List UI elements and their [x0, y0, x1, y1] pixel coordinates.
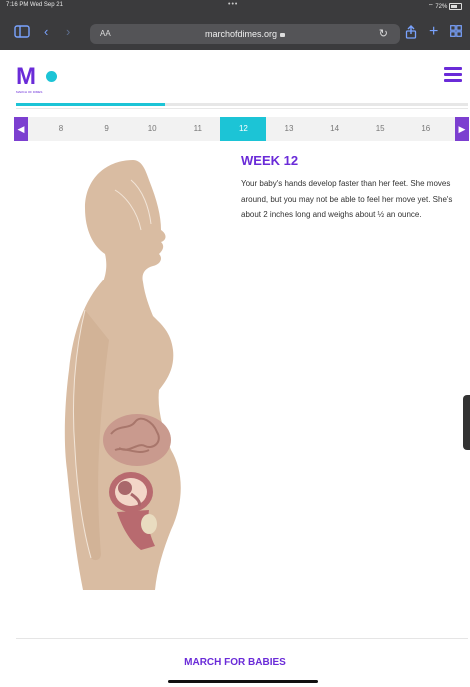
- lock-icon: [280, 32, 286, 37]
- week-item-13[interactable]: 13: [266, 117, 312, 141]
- week-item-14[interactable]: 14: [312, 117, 358, 141]
- wifi-icon: ⌔: [428, 4, 434, 10]
- week-item-15[interactable]: 15: [357, 117, 403, 141]
- prev-week-button[interactable]: ◀: [14, 117, 28, 141]
- march-for-babies-link[interactable]: MARCH FOR BABIES: [0, 657, 470, 668]
- sidebar-icon[interactable]: [14, 25, 30, 39]
- share-icon[interactable]: [405, 25, 417, 39]
- week-item-8[interactable]: 8: [38, 117, 84, 141]
- forward-icon[interactable]: ›: [66, 25, 70, 39]
- week-navigation: ◀ ▶ 8 9 10 11 12 13 14 15 16: [14, 117, 469, 141]
- tabs-overview-icon[interactable]: [450, 25, 462, 39]
- multitasking-dots[interactable]: •••: [228, 1, 238, 8]
- pregnancy-illustration: [45, 150, 245, 610]
- week-item-9[interactable]: 9: [84, 117, 130, 141]
- site-header: M MARCH OF DIMES: [0, 50, 470, 102]
- divider: [16, 108, 468, 109]
- status-indicators: ⌔ 72%: [428, 2, 462, 10]
- home-indicator[interactable]: [168, 680, 318, 683]
- browser-chrome: 7:16 PM Wed Sep 21 ••• ⌔ 72% ‹ › AA marc…: [0, 0, 470, 50]
- week-item-16[interactable]: 16: [403, 117, 449, 141]
- logo-subtitle: MARCH OF DIMES: [16, 90, 43, 94]
- back-icon[interactable]: ‹: [44, 25, 48, 39]
- week-description: Your baby's hands develop faster than he…: [241, 179, 453, 219]
- progress-bar: [16, 103, 468, 106]
- week-title: WEEK 12: [241, 153, 299, 168]
- reload-icon[interactable]: ↻: [379, 27, 388, 40]
- week-item-11[interactable]: 11: [175, 117, 221, 141]
- progress-fill: [16, 103, 166, 106]
- url-text: marchofdimes.org: [90, 29, 400, 39]
- menu-icon[interactable]: [444, 67, 462, 85]
- week-item-12[interactable]: 12: [220, 117, 267, 141]
- logo-dot: [46, 71, 57, 82]
- address-bar[interactable]: AA marchofdimes.org ↻: [90, 24, 400, 44]
- battery-percent: 72%: [435, 4, 448, 10]
- url-label: marchofdimes.org: [204, 29, 278, 39]
- march-of-dimes-logo[interactable]: M MARCH OF DIMES: [16, 65, 57, 96]
- next-week-button[interactable]: ▶: [455, 117, 469, 141]
- battery-icon: [449, 2, 462, 10]
- status-time: 7:16 PM Wed Sep 21: [6, 2, 63, 8]
- footer-divider: [16, 638, 468, 639]
- side-handle[interactable]: [463, 395, 470, 450]
- week-item-10[interactable]: 10: [129, 117, 175, 141]
- new-tab-icon[interactable]: +: [429, 24, 438, 40]
